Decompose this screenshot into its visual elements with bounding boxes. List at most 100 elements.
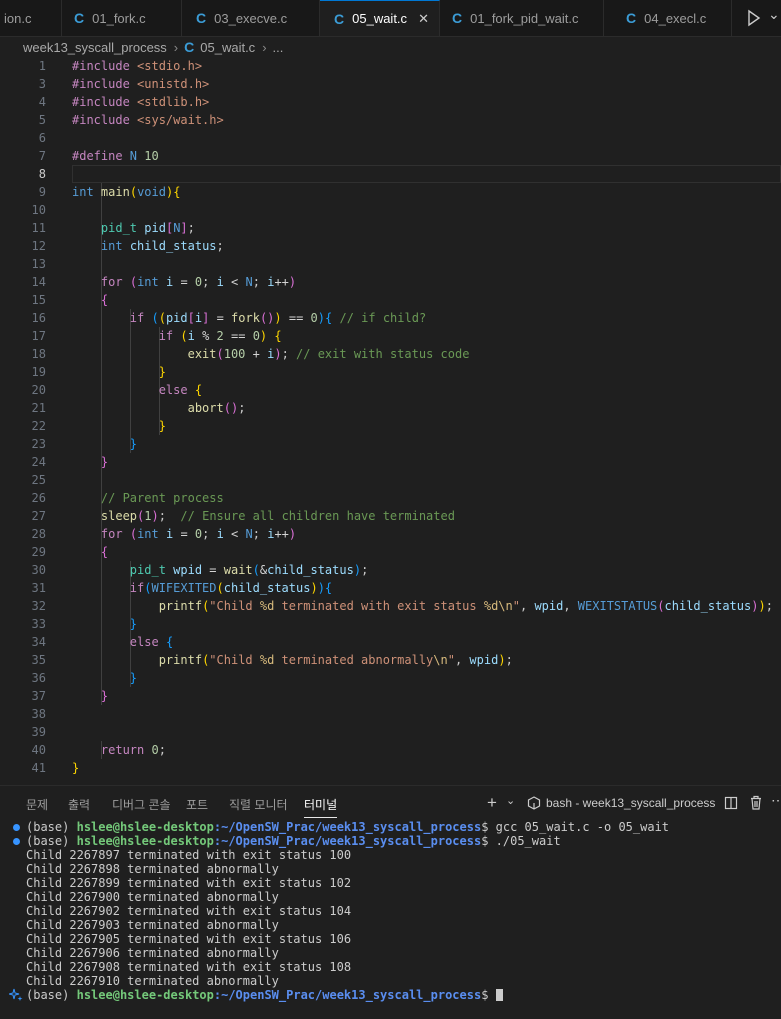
code-line[interactable]: 29 { xyxy=(0,543,781,561)
code-line[interactable]: 22 } xyxy=(0,417,781,435)
code-line[interactable]: 34 else { xyxy=(0,633,781,651)
breadcrumb-folder[interactable]: week13_syscall_process xyxy=(23,40,167,55)
panel-tab-debug-console[interactable]: 디버그 콘솔 xyxy=(112,796,171,813)
code-token: ( xyxy=(129,275,138,289)
line-number: 4 xyxy=(38,95,46,109)
code-line[interactable]: 25 xyxy=(0,471,781,489)
code-line[interactable]: 37 } xyxy=(0,687,781,705)
code-line[interactable]: 35 printf("Child %d terminated abnormall… xyxy=(0,651,781,669)
code-line[interactable]: 41} xyxy=(0,759,781,777)
code-line[interactable]: 7 #define N 10 xyxy=(0,147,781,165)
code-line[interactable]: 15 { xyxy=(0,291,781,309)
code-line[interactable]: 17 if (i % 2 == 0) { xyxy=(0,327,781,345)
more-actions-icon[interactable]: ⋯ xyxy=(771,792,781,809)
code-token: "Child xyxy=(209,653,260,667)
breadcrumb-more[interactable]: ... xyxy=(273,40,284,55)
code-line[interactable]: 28 for (int i = 0; i < N; i++) xyxy=(0,525,781,543)
panel-tab-output[interactable]: 출력 xyxy=(68,796,90,813)
code-token: { xyxy=(100,293,109,307)
code-line[interactable]: 32 printf ("Child %d terminated with exit… xyxy=(0,597,781,615)
code-token: "Child xyxy=(209,599,260,613)
terminal-instance-name[interactable]: bash - week13_syscall_process xyxy=(546,796,715,810)
code-token: + xyxy=(245,347,268,361)
code-line[interactable]: 40 return 0; xyxy=(0,741,781,759)
code-line[interactable]: 20 else { xyxy=(0,381,781,399)
code-line[interactable]: 26 // Parent process xyxy=(0,489,781,507)
terminal[interactable]: (base) hslee@hslee-desktop:~/OpenSW_Prac… xyxy=(0,820,781,1019)
tab-4[interactable]: C 01_fork_pid_wait.c xyxy=(440,0,604,36)
code-line[interactable]: 16 if ((pid[i] = fork()) == 0){ // if ch… xyxy=(0,309,781,327)
panel-tab-problems[interactable]: 문제 xyxy=(26,796,48,813)
code-line[interactable]: 8 xyxy=(0,165,781,183)
breadcrumb-file[interactable]: 05_wait.c xyxy=(200,40,255,55)
close-icon[interactable]: ✕ xyxy=(418,11,429,27)
tab-5[interactable]: C 04_execl.c xyxy=(604,0,732,36)
code-line[interactable]: 11 pid_t pid[N]; xyxy=(0,219,781,237)
code-line[interactable]: 27 sleep(1); // Ensure all children have… xyxy=(0,507,781,525)
code-line[interactable]: 39 xyxy=(0,723,781,741)
code-line[interactable]: 9 int main(void){ xyxy=(0,183,781,201)
code-line[interactable]: 13 xyxy=(0,255,781,273)
code-line[interactable]: 5 #include <sys/wait.h> xyxy=(0,111,781,129)
panel-tab-ports[interactable]: 포트 xyxy=(186,796,208,813)
code-line[interactable]: 12 int child_status; xyxy=(0,237,781,255)
code-token: = xyxy=(209,311,232,325)
code-token: ; xyxy=(202,527,217,541)
run-icon[interactable] xyxy=(744,9,764,27)
add-terminal-icon[interactable]: + xyxy=(487,793,497,813)
code-line[interactable]: 36 } xyxy=(0,669,781,687)
code-line[interactable]: 19 } xyxy=(0,363,781,381)
code-token: else xyxy=(158,383,188,397)
trash-icon[interactable] xyxy=(749,795,763,810)
code-line[interactable]: 1 #include <stdio.h> xyxy=(0,57,781,75)
tab-3-active[interactable]: C 05_wait.c ✕ xyxy=(320,0,440,36)
code-line[interactable]: 6 xyxy=(0,129,781,147)
code-text: } xyxy=(72,417,166,435)
code-line[interactable]: 10 xyxy=(0,201,781,219)
code-token: N xyxy=(129,149,138,163)
code-line[interactable]: 23 } xyxy=(0,435,781,453)
code-token: #define xyxy=(72,149,130,163)
code-token: ( xyxy=(158,311,166,325)
tab-0[interactable]: ion.c xyxy=(0,0,62,36)
code-line[interactable]: 21 abort(); xyxy=(0,399,781,417)
panel-tab-serial-monitor[interactable]: 직렬 모니터 xyxy=(229,796,288,813)
code-token: wait xyxy=(223,563,253,577)
line-number: 10 xyxy=(31,203,46,217)
panel-tab-terminal[interactable]: 터미널 xyxy=(304,796,338,818)
split-terminal-icon[interactable] xyxy=(724,796,738,810)
code-line[interactable]: 38 xyxy=(0,705,781,723)
sparkle-icon[interactable] xyxy=(9,988,23,1002)
code-line[interactable]: 30 pid_t wpid = wait(&child_status); xyxy=(0,561,781,579)
code-line[interactable]: 3 #include <unistd.h> xyxy=(0,75,781,93)
code-line[interactable]: 31 if(WIFEXITED(child_status)){ xyxy=(0,579,781,597)
code-line[interactable]: 24 } xyxy=(0,453,781,471)
code-text: exit(100 + i); // exit with status code xyxy=(72,345,470,363)
code-text: sleep(1); // Ensure all children have te… xyxy=(72,507,455,525)
chevron-down-icon[interactable]: ⌄ xyxy=(506,794,515,807)
code-token: ( xyxy=(252,563,260,577)
line-number: 37 xyxy=(31,689,46,703)
tab-2[interactable]: C 03_execve.c xyxy=(182,0,320,36)
code-line[interactable]: 18 exit(100 + i); // exit with status co… xyxy=(0,345,781,363)
code-token: int xyxy=(137,527,159,541)
line-number: 11 xyxy=(31,221,46,235)
code-token: child_status xyxy=(223,581,311,595)
code-token: 0 xyxy=(252,329,260,343)
chevron-down-icon[interactable]: ⌄ xyxy=(768,6,780,23)
line-number: 5 xyxy=(38,113,46,127)
code-token: i xyxy=(187,329,195,343)
code-editor[interactable]: 1 #include <stdio.h> 3 #include <unistd.h> 4… xyxy=(0,57,781,785)
code-token: < xyxy=(223,527,246,541)
code-line[interactable]: 33 } xyxy=(0,615,781,633)
code-line[interactable]: 14 for (int i = 0; i < N; i++) xyxy=(0,273,781,291)
code-line[interactable]: 4 #include <stdlib.h> xyxy=(0,93,781,111)
tab-1[interactable]: C 01_fork.c xyxy=(62,0,182,36)
code-token: ; xyxy=(765,599,773,613)
